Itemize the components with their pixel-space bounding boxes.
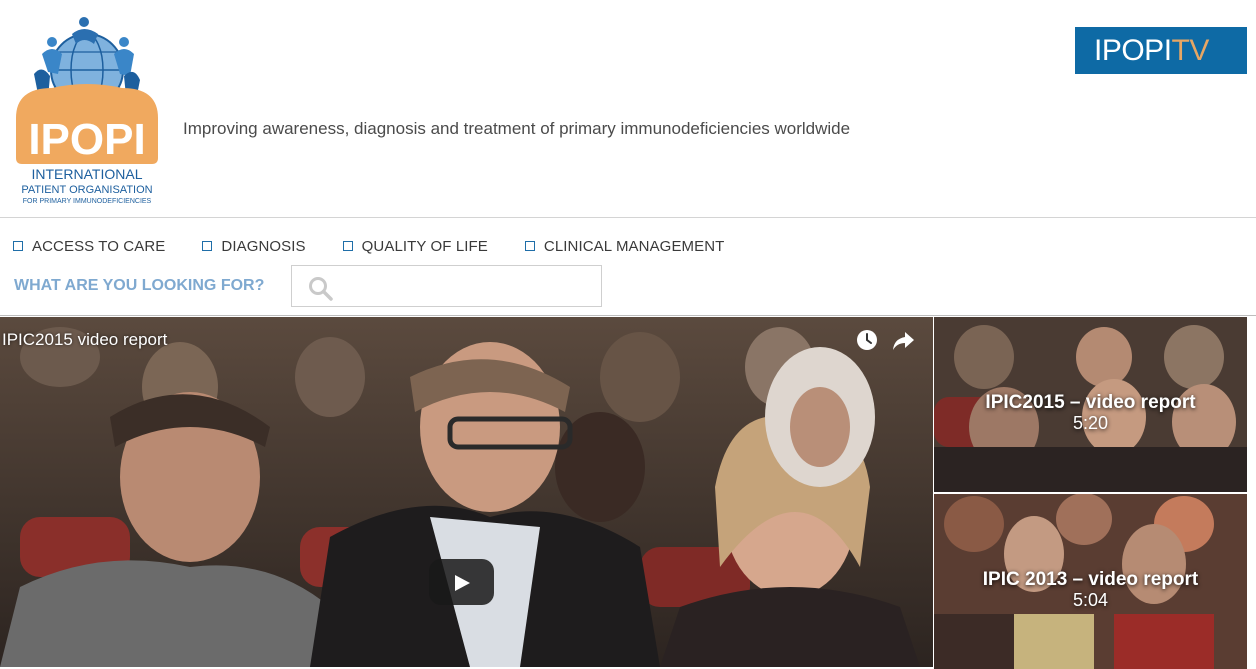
logo-wordmark: IPOPI (28, 115, 145, 164)
share-icon[interactable] (891, 330, 915, 352)
site-header: IPOPI INTERNATIONAL PATIENT ORGANISATION… (0, 0, 1256, 218)
nav-item-clinical-management[interactable]: CLINICAL MANAGEMENT (524, 236, 725, 256)
clock-icon[interactable] (856, 329, 878, 351)
nav-item-diagnosis[interactable]: DIAGNOSIS (202, 236, 306, 256)
logo-line1: INTERNATIONAL (32, 166, 143, 182)
playlist-item-title: IPIC2015 – video report (985, 392, 1196, 413)
search-label: WHAT ARE YOU LOOKING FOR? (14, 277, 265, 294)
nav-checkbox-icon (524, 241, 535, 251)
nav-checkbox-icon (342, 241, 353, 251)
playlist-item[interactable]: IPIC 2013 – video report 5:04 (934, 494, 1247, 669)
site-tagline: Improving awareness, diagnosis and treat… (183, 119, 851, 138)
video-frame-image (0, 317, 933, 667)
video-player[interactable]: IPIC2015 video report (0, 317, 933, 667)
search-box[interactable] (291, 265, 602, 307)
tv-logo-part2: TV (1171, 34, 1210, 67)
ipopi-tv-logo[interactable]: IPOPITV (1075, 27, 1247, 74)
nav-checkbox-icon (202, 241, 213, 251)
search-icon[interactable] (308, 276, 334, 307)
nav-item-label: ACCESS TO CARE (32, 237, 166, 255)
logo-line3: FOR PRIMARY IMMUNODEFICIENCIES (23, 198, 152, 205)
nav-item-label: DIAGNOSIS (221, 237, 306, 255)
playlist-item-duration: 5:20 (1072, 413, 1109, 433)
nav-item-quality-of-life[interactable]: QUALITY OF LIFE (342, 236, 488, 256)
tv-logo-part1: IPOPI (1094, 34, 1172, 67)
page-gutter (1247, 317, 1256, 667)
header-divider (0, 315, 1256, 316)
play-button[interactable] (429, 559, 494, 605)
nav-checkbox-icon (13, 241, 23, 251)
playlist-item-duration: 5:04 (1072, 590, 1109, 610)
playlist-item-title: IPIC 2013 – video report (982, 569, 1199, 590)
nav-item-label: QUALITY OF LIFE (361, 237, 488, 255)
playlist-item[interactable]: IPIC2015 – video report 5:20 (934, 317, 1247, 492)
nav-item-access-to-care[interactable]: ACCESS TO CARE (13, 236, 165, 256)
search-input[interactable] (340, 272, 590, 300)
play-icon (455, 575, 470, 591)
nav-item-label: CLINICAL MANAGEMENT (543, 237, 725, 255)
logo-line2: PATIENT ORGANISATION (21, 184, 152, 196)
ipopi-logo[interactable]: IPOPI INTERNATIONAL PATIENT ORGANISATION… (12, 14, 162, 208)
player-title[interactable]: IPIC2015 video report (2, 330, 167, 350)
category-nav: ACCESS TO CARE DIAGNOSIS QUALITY OF LIFE… (0, 236, 748, 256)
